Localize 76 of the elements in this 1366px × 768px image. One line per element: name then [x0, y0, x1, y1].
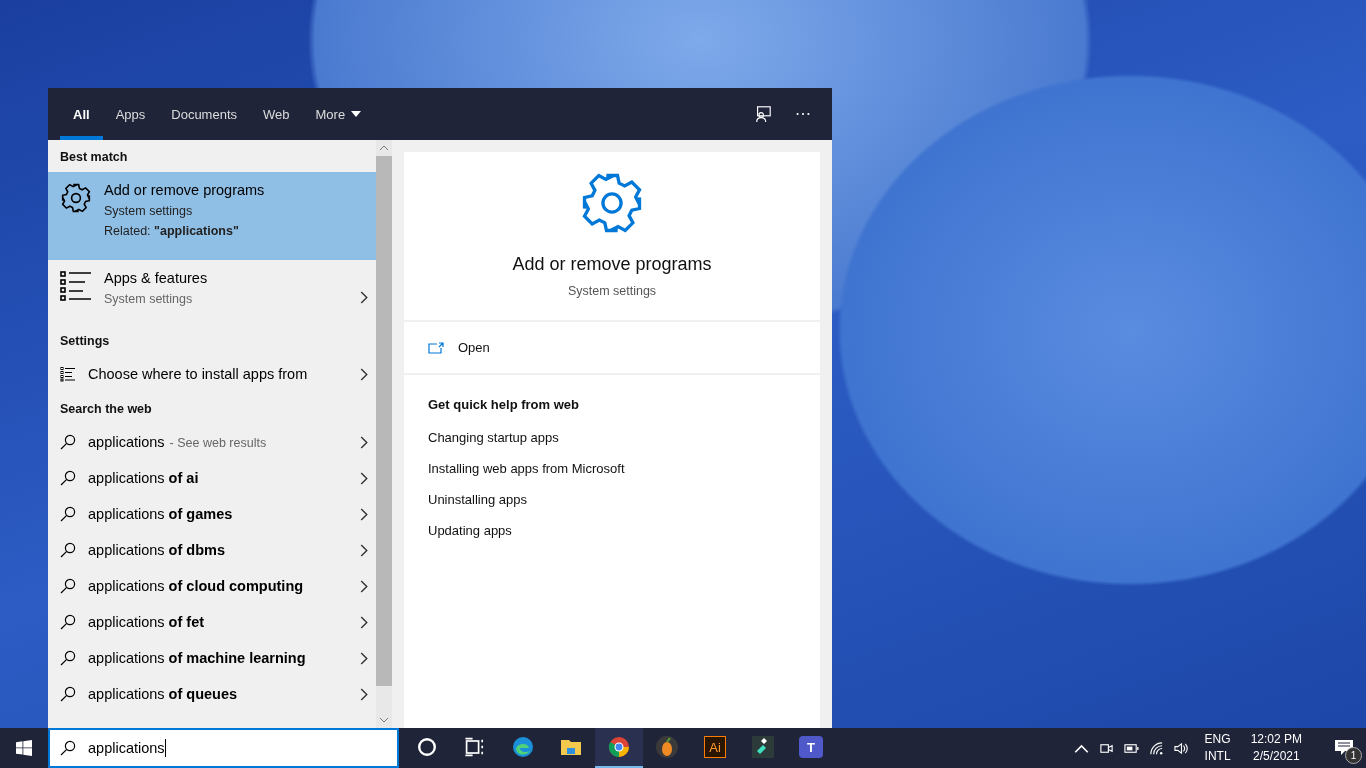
gear-icon: [60, 182, 92, 214]
result-title: applications of machine learning: [88, 650, 307, 666]
section-heading: Search the web: [59, 401, 153, 418]
search-icon: [60, 470, 76, 486]
chevron-icon: [360, 507, 368, 521]
search-field[interactable]: applications: [48, 728, 399, 768]
result-item[interactable]: applications - See web results: [48, 424, 376, 460]
help-link[interactable]: Updating apps: [428, 523, 512, 538]
section-heading: Settings: [59, 333, 111, 350]
scroll-up-icon[interactable]: [379, 145, 389, 151]
filter-tab[interactable]: Apps: [102, 88, 159, 140]
result-title: applications of fet: [88, 614, 206, 630]
chevron-icon: [360, 471, 368, 485]
list-icon: [60, 366, 76, 382]
section-heading: Best match: [59, 149, 129, 166]
help-link[interactable]: Installing web apps from Microsoft: [428, 461, 625, 476]
help-link[interactable]: Uninstalling apps: [428, 492, 527, 507]
result-title: Add or remove programs: [104, 182, 266, 198]
filter-tab[interactable]: More: [302, 88, 375, 140]
chevron-icon: [360, 435, 368, 449]
chevron-icon: [360, 290, 368, 304]
notification-count: 1: [1345, 747, 1362, 764]
preview-title: Add or remove programs: [512, 254, 712, 275]
result-item[interactable]: applications of queues: [48, 676, 376, 712]
filter-tab[interactable]: Documents: [158, 88, 250, 140]
preview-subtitle: System settings: [567, 284, 657, 298]
gear-icon: [579, 170, 645, 236]
result-item[interactable]: applications of machine learning: [48, 640, 376, 676]
feedback-icon[interactable]: [754, 105, 772, 123]
result-item[interactable]: applications of dbms: [48, 532, 376, 568]
result-subtitle: System settings: [104, 292, 194, 306]
chevron-icon: [360, 687, 368, 701]
search-icon: [60, 614, 76, 630]
chevron-icon: [360, 615, 368, 629]
result-title: applications of ai: [88, 470, 200, 486]
result-item[interactable]: applications of cloud computing: [48, 568, 376, 604]
chevron-icon: [360, 543, 368, 557]
chevron-icon: [360, 651, 368, 665]
result-title: applications of dbms: [88, 542, 226, 558]
result-title: Choose where to install apps from: [88, 366, 309, 382]
filter-tab[interactable]: Web: [250, 88, 303, 140]
search-icon: [60, 686, 76, 702]
help-link[interactable]: Changing startup apps: [428, 430, 559, 445]
search-icon: [60, 542, 76, 558]
result-title: applications of queues: [88, 686, 239, 702]
result-title: applications of games: [88, 506, 234, 522]
windows-logo-icon[interactable]: [16, 740, 32, 756]
search-icon: [60, 506, 76, 522]
result-item[interactable]: Choose where to install apps from: [48, 356, 376, 392]
app-icon[interactable]: [595, 728, 643, 768]
result-item[interactable]: applications of fet: [48, 604, 376, 640]
open-button[interactable]: Open: [428, 334, 490, 361]
search-icon: [60, 650, 76, 666]
result-title: applications of cloud computing: [88, 578, 305, 594]
filter-tab[interactable]: All: [60, 88, 103, 140]
result-item[interactable]: Apps & features System settings: [48, 260, 376, 324]
result-item[interactable]: Add or remove programs System settings Related: "applications": [48, 172, 376, 260]
chevron-icon: [360, 367, 368, 381]
result-subtitle: System settings: [104, 204, 194, 218]
help-heading: Get quick help from web: [428, 397, 579, 412]
open-window-icon: [428, 341, 444, 354]
speaker-icon[interactable]: [1173, 740, 1189, 756]
related-text: Related: "applications": [104, 224, 240, 238]
list-icon: [60, 270, 92, 302]
search-icon: [60, 434, 76, 450]
scroll-down-icon[interactable]: [379, 717, 389, 723]
clock[interactable]: 12:02 PM 2/5/2021: [1250, 731, 1302, 765]
result-item[interactable]: applications of games: [48, 496, 376, 532]
chevron-icon: [360, 579, 368, 593]
wifi-icon[interactable]: [1148, 740, 1164, 756]
result-title: applications - See web results: [88, 434, 268, 450]
language-indicator[interactable]: ENG INTL: [1204, 731, 1231, 765]
search-icon: [60, 740, 76, 756]
result-item[interactable]: applications of ai: [48, 460, 376, 496]
search-icon: [60, 578, 76, 594]
result-title: Apps & features: [104, 270, 209, 286]
